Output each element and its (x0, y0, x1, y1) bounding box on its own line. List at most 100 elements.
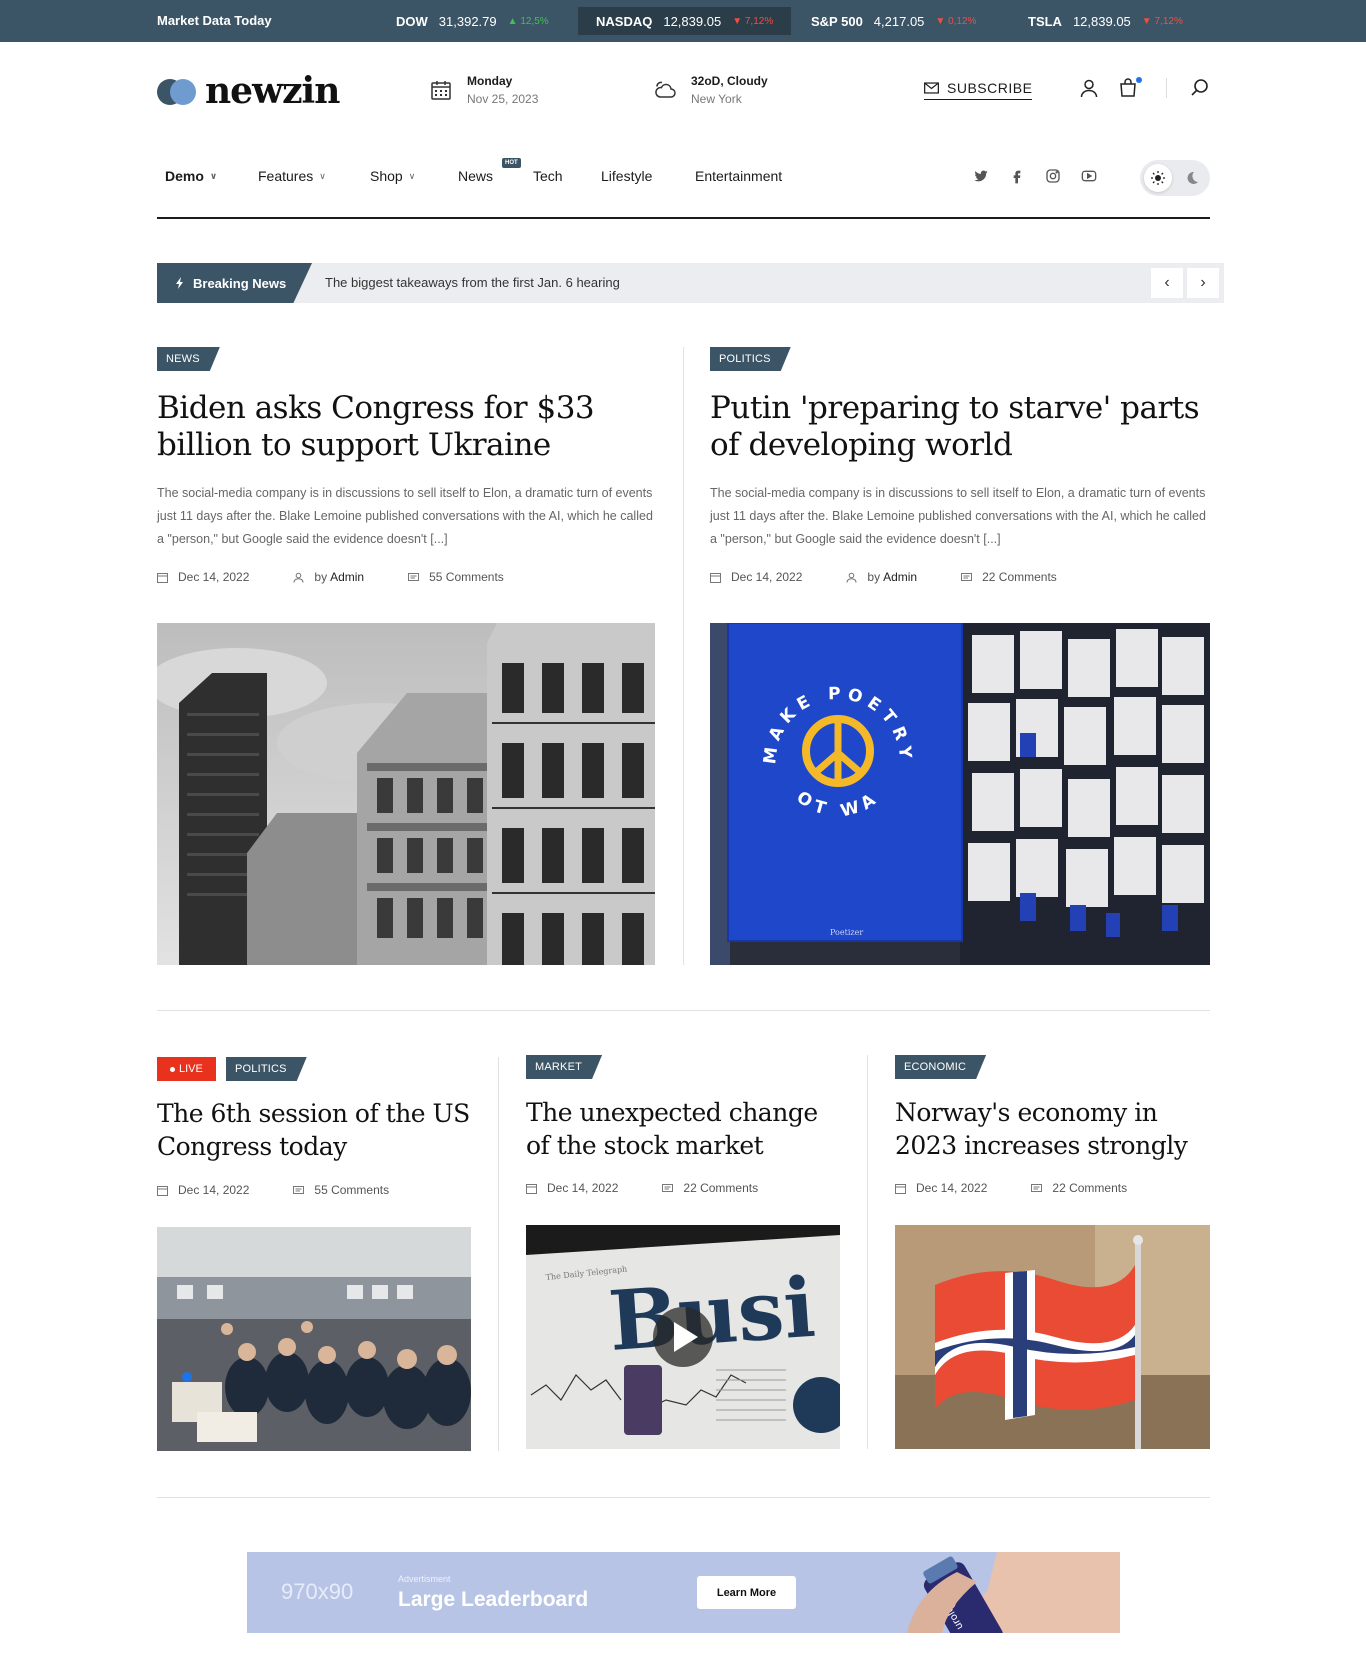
ticker-symbol: TSLA (1028, 13, 1062, 29)
meta-comments[interactable]: 55 Comments (408, 570, 504, 584)
chevron-left-icon: ‹ (1164, 274, 1170, 291)
article-image-norway-flag[interactable] (895, 1225, 1210, 1449)
logo-mark (157, 77, 199, 105)
meta-author[interactable]: by Admin (846, 570, 917, 584)
hot-badge: HOT (502, 158, 521, 168)
article-title[interactable]: Putin 'preparing to starve' parts of dev… (710, 390, 1210, 464)
instagram-icon[interactable] (1045, 168, 1061, 184)
nav-item-demo[interactable]: Demo ∨ (165, 168, 217, 184)
nav-label: Features (258, 168, 314, 184)
breaking-next-button[interactable]: › (1187, 268, 1219, 298)
arrow-down-icon: ▼ (935, 15, 949, 27)
nav-item-lifestyle[interactable]: Lifestyle (601, 168, 652, 184)
nav-label: Shop (370, 168, 403, 184)
calendar-icon (157, 572, 168, 583)
nav-item-features[interactable]: Features ∨ (258, 168, 326, 184)
ticker-item-nasdaq[interactable]: NASDAQ 12,839.05 ▼ 7,12% (578, 7, 792, 35)
search-icon[interactable] (1190, 78, 1210, 98)
chevron-down-icon: ∨ (408, 170, 416, 181)
category-tag[interactable]: POLITICS (226, 1057, 307, 1081)
calendar-icon (431, 81, 451, 100)
chevron-down-icon: ∨ (319, 170, 326, 181)
live-badge[interactable]: LIVE (157, 1057, 216, 1081)
calendar-icon (710, 572, 721, 583)
article-meta: Dec 14, 2022 by Admin 22 Comments (710, 570, 1101, 584)
column-divider (683, 347, 684, 965)
subscribe-button[interactable]: SUBSCRIBE (924, 80, 1033, 100)
ad-banner[interactable]: 970x90 Advertisment Large Leaderboard Le… (247, 1552, 1120, 1633)
site-logo[interactable]: newzin (157, 70, 340, 112)
cloudy-weather-icon (655, 81, 676, 98)
nav-item-entertainment[interactable]: Entertainment (695, 168, 782, 184)
cart-badge (1136, 77, 1142, 83)
article-video-newspaper[interactable]: The Daily Telegraph Busi (526, 1225, 840, 1449)
article-title[interactable]: The unexpected change of the stock marke… (526, 1096, 846, 1162)
twitter-icon[interactable] (973, 168, 989, 184)
nav-divider (157, 217, 1210, 219)
section-divider (157, 1010, 1210, 1011)
article-meta: Dec 14, 2022 by Admin 55 Comments (157, 570, 548, 584)
article-meta: Dec 14, 2022 22 Comments (895, 1181, 1171, 1195)
poster-brand: Poetizer (830, 928, 863, 937)
column-divider (867, 1055, 868, 1449)
calendar-icon (895, 1183, 906, 1194)
section-divider (157, 1497, 1210, 1498)
breaking-prev-button[interactable]: ‹ (1151, 268, 1183, 298)
nav-label: Lifestyle (601, 168, 653, 184)
nav-label: Tech (533, 168, 563, 184)
nav-label: Entertainment (695, 168, 783, 184)
moon-icon (1187, 171, 1198, 184)
meta-comments[interactable]: 22 Comments (1031, 1181, 1127, 1195)
article-excerpt: The social-media company is in discussio… (157, 486, 653, 546)
user-icon[interactable] (1079, 78, 1099, 98)
ad-size: 970x90 (281, 1579, 354, 1604)
article-title[interactable]: Norway's economy in 2023 increases stron… (895, 1096, 1215, 1162)
meta-comments[interactable]: 22 Comments (961, 570, 1057, 584)
category-tag[interactable]: ECONOMIC (895, 1055, 986, 1079)
ticker-value: 4,217.05 (873, 13, 925, 29)
meta-comments[interactable]: 55 Comments (293, 1183, 389, 1197)
nav-item-tech[interactable]: Tech (533, 168, 563, 184)
ad-learn-more-button[interactable]: Learn More (697, 1576, 796, 1609)
chevron-right-icon: › (1200, 274, 1206, 291)
calendar-icon (157, 1185, 168, 1196)
breaking-news-headline[interactable]: The biggest takeaways from the first Jan… (325, 275, 620, 290)
subscribe-label: SUBSCRIBE (947, 80, 1033, 96)
live-dot-icon (170, 1066, 175, 1072)
nav-item-shop[interactable]: Shop ∨ (370, 168, 415, 184)
meta-date: Dec 14, 2022 (157, 1183, 249, 1197)
youtube-icon[interactable] (1081, 168, 1097, 184)
category-tag[interactable]: NEWS (157, 347, 220, 371)
header-date: Monday Nov 25, 2023 (429, 74, 538, 106)
article-title[interactable]: The 6th session of the US Congress today (157, 1097, 477, 1163)
weather-condition: 32oD, Cloudy (691, 74, 768, 88)
article-excerpt: The social-media company is in discussio… (710, 486, 1206, 546)
article-title[interactable]: Biden asks Congress for $33 billion to s… (157, 390, 657, 464)
comment-icon (1031, 1183, 1043, 1192)
ticker-item-dow[interactable]: DOW 31,392.79 ▲ 12,5% (396, 0, 549, 42)
market-ticker: Market Data Today DOW 31,392.79 ▲ 12,5% … (0, 0, 1366, 42)
lightning-icon (176, 277, 183, 289)
theme-toggle[interactable] (1140, 160, 1210, 196)
article-image-buildings[interactable] (157, 623, 655, 965)
article-image-poetry-poster[interactable]: Poetizer MAKE POETRY NOT WAR (710, 623, 1210, 965)
category-tag[interactable]: POLITICS (710, 347, 791, 371)
meta-date: Dec 14, 2022 (710, 570, 802, 584)
cart-icon[interactable] (1118, 78, 1138, 98)
ticker-label: Market Data Today (157, 13, 272, 28)
logo-text: newzin (205, 70, 340, 112)
category-tag[interactable]: MARKET (526, 1055, 602, 1079)
ticker-item-sp500[interactable]: S&P 500 4,217.05 ▼ 0,12% (811, 0, 976, 42)
article-meta: Dec 14, 2022 22 Comments (526, 1181, 802, 1195)
meta-author[interactable]: by Admin (293, 570, 364, 584)
facebook-icon[interactable] (1009, 168, 1025, 184)
arrow-down-icon: ▼ (1141, 15, 1155, 27)
play-icon[interactable] (653, 1307, 713, 1367)
article-image-congress-room[interactable] (157, 1227, 471, 1451)
meta-comments[interactable]: 22 Comments (662, 1181, 758, 1195)
sun-icon (1151, 171, 1165, 185)
weather-city: New York (691, 92, 742, 106)
nav-item-news[interactable]: News (458, 168, 493, 184)
date-full: Nov 25, 2023 (467, 92, 539, 106)
ticker-item-tsla[interactable]: TSLA 12,839.05 ▼ 7,12% (1028, 0, 1183, 42)
